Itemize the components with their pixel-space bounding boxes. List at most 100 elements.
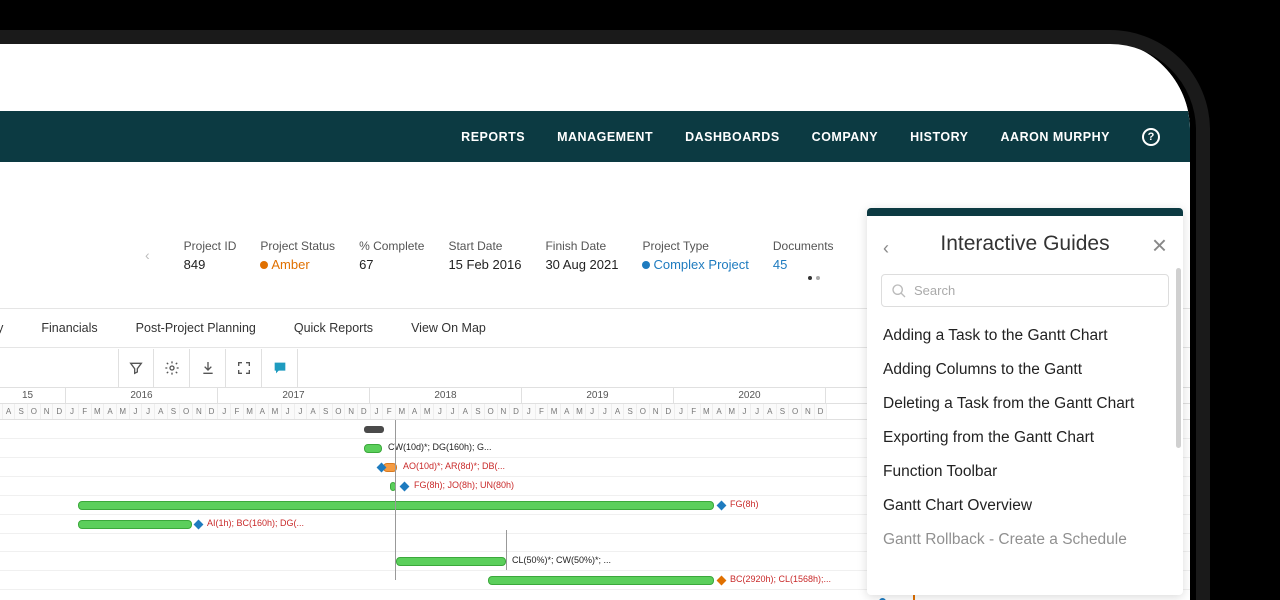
month-cell: N [345,404,358,419]
guide-item[interactable]: Function Toolbar [883,455,1167,489]
milestone-icon[interactable] [717,501,727,511]
month-cell: J [751,404,764,419]
month-cell: S [624,404,637,419]
search-icon [891,283,907,302]
documents-value[interactable]: 45 [773,257,834,272]
project-id-label: Project ID [184,239,237,253]
month-cell: S [472,404,485,419]
gantt-bar[interactable] [78,520,192,529]
gantt-bar[interactable] [488,576,714,585]
close-icon[interactable]: × [1152,232,1167,258]
month-cell: M [421,404,434,419]
month-cell: A [307,404,320,419]
nav-user[interactable]: AARON MURPHY [1001,130,1110,144]
project-type-value[interactable]: Complex Project [642,257,748,272]
guide-item[interactable]: Deleting a Task from the Gantt Chart [883,387,1167,421]
month-cell: D [53,404,66,419]
project-status-value: Amber [260,257,335,272]
tab-post-project-planning[interactable]: Post-Project Planning [132,321,260,335]
month-cell: N [193,404,206,419]
filter-icon[interactable] [118,349,154,387]
finish-date-label: Finish Date [545,239,618,253]
month-cell: A [764,404,777,419]
month-cell: J [447,404,460,419]
month-cell: D [510,404,523,419]
gantt-bar-label: AO(10d)*; AR(8d)*; DB(... [403,461,505,471]
month-cell: J [282,404,295,419]
top-nav: REPORTS MANAGEMENT DASHBOARDS COMPANY HI… [0,111,1190,162]
search-input[interactable] [881,274,1169,307]
month-cell: J [586,404,599,419]
month-cell: N [498,404,511,419]
meta-pager[interactable] [808,276,820,280]
month-cell: J [130,404,143,419]
month-cell: M [726,404,739,419]
meta-prev-icon[interactable]: ‹ [145,247,160,263]
gantt-bar[interactable] [78,501,714,510]
milestone-icon[interactable] [717,576,727,586]
percent-complete-label: % Complete [359,239,424,253]
guide-item[interactable]: Adding a Task to the Gantt Chart [883,319,1167,353]
month-cell: D [206,404,219,419]
gantt-bar[interactable] [396,557,506,566]
month-cell: M [548,404,561,419]
month-cell: F [536,404,549,419]
month-cell: M [701,404,714,419]
tab-partial[interactable]: ery [0,321,7,335]
project-type-label: Project Type [642,239,748,253]
tab-financials[interactable]: Financials [37,321,101,335]
month-cell: A [155,404,168,419]
nav-company[interactable]: COMPANY [812,130,878,144]
month-cell: F [231,404,244,419]
month-cell: D [815,404,828,419]
month-cell: A [104,404,117,419]
guide-item[interactable]: Gantt Rollback - Create a Schedule [883,523,1167,557]
nav-history[interactable]: HISTORY [910,130,968,144]
tab-quick-reports[interactable]: Quick Reports [290,321,377,335]
comment-icon[interactable] [262,349,298,387]
nav-reports[interactable]: REPORTS [461,130,525,144]
month-cell: F [79,404,92,419]
month-cell: J [739,404,752,419]
guide-item[interactable]: Gantt Chart Overview [883,489,1167,523]
month-cell: N [41,404,54,419]
panel-title: Interactive Guides [885,232,1165,256]
help-icon[interactable]: ? [1142,128,1160,146]
month-cell: J [142,404,155,419]
panel-back-icon[interactable]: ‹ [883,238,889,259]
month-cell: A [409,404,422,419]
gear-icon[interactable] [154,349,190,387]
month-cell: D [662,404,675,419]
project-status-label: Project Status [260,239,335,253]
gantt-bar[interactable] [364,444,382,453]
gantt-bar[interactable] [364,426,384,433]
guides-list[interactable]: Adding a Task to the Gantt Chart Adding … [867,319,1183,595]
milestone-icon[interactable] [194,520,204,530]
download-icon[interactable] [190,349,226,387]
start-date-value: 15 Feb 2016 [448,257,521,272]
month-cell: M [117,404,130,419]
fullscreen-icon[interactable] [226,349,262,387]
month-cell: J [523,404,536,419]
start-date-label: Start Date [448,239,521,253]
guide-item[interactable]: Adding Columns to the Gantt [883,353,1167,387]
month-cell: F [383,404,396,419]
gantt-bar-label: CW(10d)*; DG(160h); G... [388,442,492,452]
month-cell: S [168,404,181,419]
finish-date-value: 30 Aug 2021 [545,257,618,272]
nav-dashboards[interactable]: DASHBOARDS [685,130,780,144]
month-cell: J [66,404,79,419]
nav-management[interactable]: MANAGEMENT [557,130,653,144]
scrollbar[interactable] [1176,268,1181,448]
month-cell: O [485,404,498,419]
month-cell: A [3,404,16,419]
month-cell: J [295,404,308,419]
month-cell: J [218,404,231,419]
month-cell: A [713,404,726,419]
month-cell: A [612,404,625,419]
guide-item[interactable]: Exporting from the Gantt Chart [883,421,1167,455]
tab-view-on-map[interactable]: View On Map [407,321,490,335]
project-id-value: 849 [184,257,237,272]
milestone-icon[interactable] [400,482,410,492]
gantt-bar-label: CL(50%)*; CW(50%)*; ... [512,555,611,565]
